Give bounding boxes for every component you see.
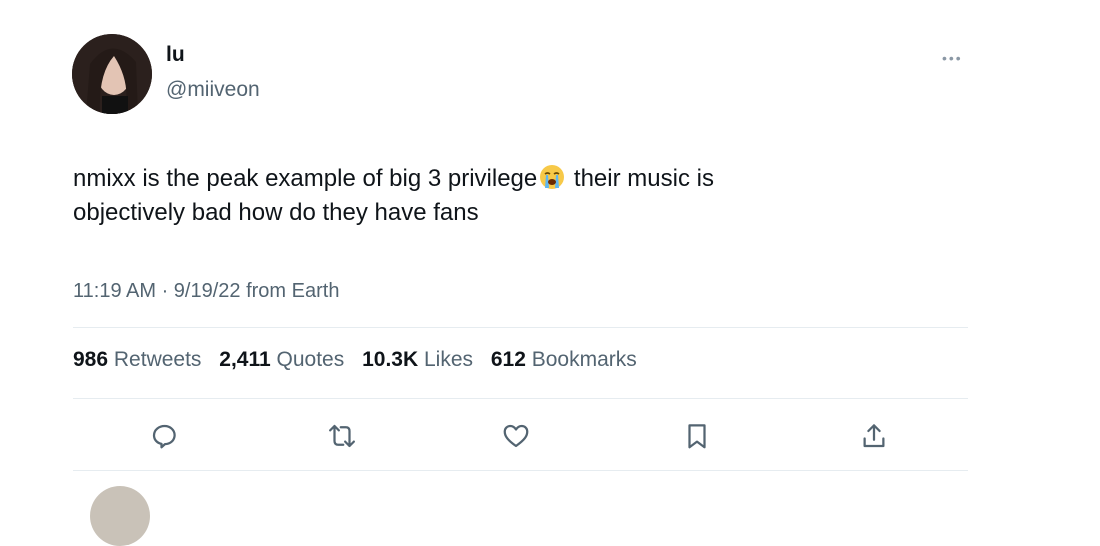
retweets-stat[interactable]: 986 Retweets	[73, 348, 201, 371]
bookmarks-count: 612	[490, 348, 526, 371]
user-handle[interactable]: @miiveon	[166, 78, 260, 102]
likes-label: Likes	[423, 348, 474, 371]
divider	[73, 398, 968, 399]
tweet-text-part1: nmixx is the peak example of big 3 privi…	[73, 165, 538, 192]
action-bar	[0, 418, 1100, 454]
bookmark-icon[interactable]	[679, 418, 715, 454]
loudly-crying-face-icon	[539, 164, 565, 190]
tweet-text: nmixx is the peak example of big 3 privi…	[73, 162, 873, 230]
reply-icon[interactable]	[146, 418, 182, 454]
likes-count: 10.3K	[362, 348, 419, 371]
quotes-label: Quotes	[276, 348, 345, 371]
bookmarks-label: Bookmarks	[531, 348, 637, 371]
retweets-count: 986	[73, 348, 109, 371]
more-options-icon[interactable]: •••	[942, 50, 963, 66]
tweet-text-line2: objectively bad how do they have fans	[73, 199, 479, 226]
tweet-text-part2: their music is	[567, 165, 714, 192]
tweet-timestamp[interactable]: 11:19 AM · 9/19/22 from Earth	[73, 280, 339, 303]
engagement-stats: 986 Retweets 2,411 Quotes 10.3K Likes 61…	[73, 348, 649, 372]
quotes-count: 2,411	[219, 348, 271, 371]
divider	[73, 327, 968, 328]
retweet-icon[interactable]	[324, 418, 360, 454]
share-icon[interactable]	[856, 418, 892, 454]
like-icon[interactable]	[498, 418, 534, 454]
quotes-stat[interactable]: 2,411 Quotes	[219, 348, 344, 371]
display-name[interactable]: lu	[166, 43, 185, 67]
retweets-label: Retweets	[113, 348, 202, 371]
divider	[73, 470, 968, 471]
avatar[interactable]	[72, 34, 152, 114]
bookmarks-stat[interactable]: 612 Bookmarks	[491, 348, 637, 371]
likes-stat[interactable]: 10.3K Likes	[362, 348, 473, 371]
reply-avatar[interactable]	[90, 486, 150, 546]
